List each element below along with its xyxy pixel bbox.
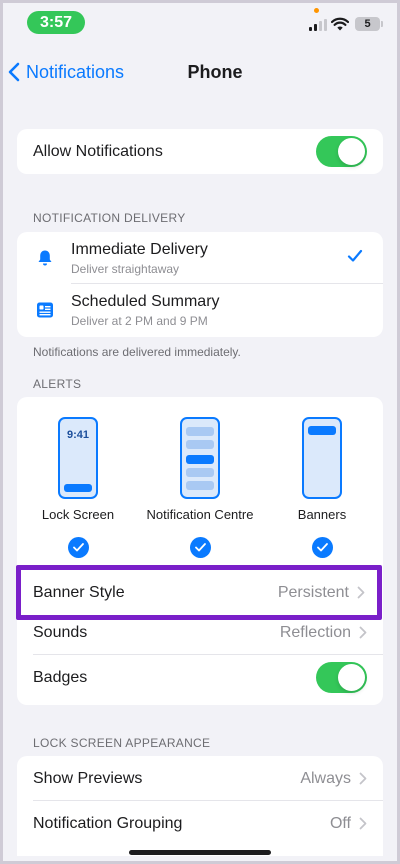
home-indicator[interactable] bbox=[129, 850, 271, 855]
show-previews-value: Always bbox=[300, 769, 351, 787]
banners-preview-icon bbox=[302, 417, 342, 499]
sounds-label: Sounds bbox=[33, 623, 88, 641]
back-label: Notifications bbox=[26, 61, 125, 82]
mic-indicator-dot bbox=[314, 8, 319, 13]
notification-grouping-label: Notification Grouping bbox=[33, 814, 183, 832]
banner-style-label: Banner Style bbox=[33, 583, 125, 601]
immediate-delivery-title: Immediate Delivery bbox=[71, 240, 208, 258]
checkmark-icon bbox=[347, 249, 363, 262]
notification-centre-preview-icon bbox=[180, 417, 220, 499]
chevron-right-icon bbox=[359, 772, 367, 785]
badges-label: Badges bbox=[33, 668, 88, 686]
badges-row: Badges bbox=[17, 655, 383, 700]
show-previews-row[interactable]: Show Previews Always bbox=[17, 756, 383, 801]
banner-style-value: Persistent bbox=[277, 583, 349, 601]
lock-screen-card: Show Previews Always Notification Groupi… bbox=[17, 756, 383, 856]
sounds-value: Reflection bbox=[279, 623, 351, 641]
alert-styles: 9:41 Lock Screen Notification Centre Ban… bbox=[17, 397, 383, 565]
immediate-delivery-subtitle: Deliver straightaway bbox=[71, 261, 180, 276]
badges-toggle[interactable] bbox=[316, 662, 367, 693]
alert-style-banners[interactable]: Banners bbox=[262, 417, 382, 558]
checkmark-icon bbox=[72, 543, 84, 552]
bell-icon bbox=[38, 250, 52, 266]
checkmark-icon bbox=[316, 543, 328, 552]
chevron-left-icon bbox=[8, 62, 20, 82]
notification-grouping-row[interactable]: Notification Grouping Off bbox=[17, 801, 383, 846]
alert-style-label: Banners bbox=[297, 507, 347, 522]
alert-style-label: Lock Screen bbox=[41, 507, 115, 522]
chevron-right-icon bbox=[357, 586, 365, 599]
banners-check[interactable] bbox=[311, 537, 333, 558]
scheduled-summary-row[interactable]: Scheduled Summary Deliver at 2 PM and 9 … bbox=[17, 284, 383, 336]
lock-screen-preview-time: 9:41 bbox=[66, 429, 90, 441]
chevron-right-icon bbox=[359, 626, 367, 639]
immediate-delivery-row[interactable]: Immediate Delivery Deliver straightaway bbox=[17, 232, 383, 284]
alert-style-notification-centre[interactable]: Notification Centre bbox=[140, 417, 260, 558]
banner-style-highlight: Banner Style Persistent bbox=[16, 565, 382, 620]
allow-notifications-toggle[interactable] bbox=[316, 136, 367, 167]
battery-icon: 5 bbox=[355, 17, 383, 31]
allow-notifications-label: Allow Notifications bbox=[33, 142, 163, 160]
scheduled-summary-subtitle: Deliver at 2 PM and 9 PM bbox=[71, 313, 208, 328]
notification-centre-check[interactable] bbox=[189, 537, 211, 558]
checkmark-icon bbox=[194, 543, 206, 552]
banner-style-row[interactable]: Banner Style Persistent bbox=[21, 570, 377, 615]
lock-screen-check[interactable] bbox=[67, 537, 89, 558]
alert-style-lock-screen[interactable]: 9:41 Lock Screen bbox=[18, 417, 138, 558]
allow-notifications-card: Allow Notifications bbox=[17, 129, 383, 174]
cellular-signal-icon bbox=[309, 19, 327, 31]
section-header-delivery: NOTIFICATION DELIVERY bbox=[33, 211, 186, 225]
show-previews-label: Show Previews bbox=[33, 769, 143, 787]
back-button[interactable]: Notifications bbox=[8, 58, 124, 86]
delivery-card: Immediate Delivery Deliver straightaway … bbox=[17, 232, 383, 337]
summary-icon bbox=[37, 302, 53, 318]
allow-notifications-row: Allow Notifications bbox=[17, 129, 383, 174]
wifi-icon bbox=[331, 17, 349, 31]
section-header-lock-screen: LOCK SCREEN APPEARANCE bbox=[33, 736, 211, 750]
alert-style-label: Notification Centre bbox=[146, 507, 254, 522]
notification-grouping-value: Off bbox=[329, 814, 351, 832]
alerts-card: 9:41 Lock Screen Notification Centre Ban… bbox=[17, 397, 383, 705]
status-bar: 3:57 5 bbox=[0, 0, 400, 44]
section-header-alerts: ALERTS bbox=[33, 377, 82, 391]
chevron-right-icon bbox=[359, 817, 367, 830]
scheduled-summary-title: Scheduled Summary bbox=[71, 292, 220, 310]
status-time[interactable]: 3:57 bbox=[27, 11, 85, 34]
lock-screen-preview-icon: 9:41 bbox=[58, 417, 98, 499]
delivery-footnote: Notifications are delivered immediately. bbox=[33, 345, 241, 359]
